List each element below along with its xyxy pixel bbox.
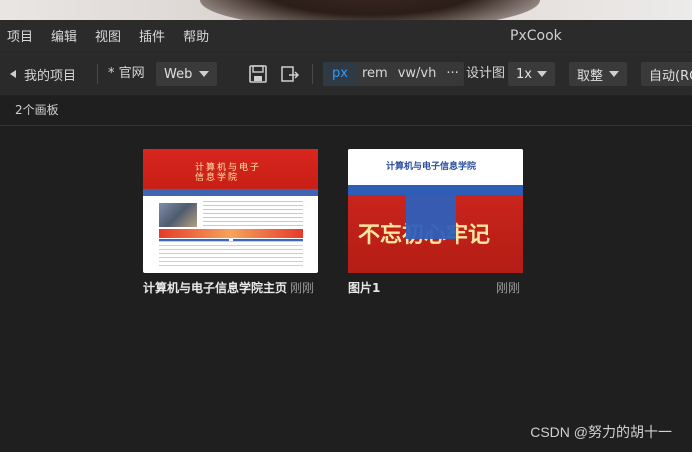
chevron-left-icon bbox=[10, 70, 16, 78]
chevron-down-icon bbox=[199, 71, 209, 77]
more-units-button[interactable]: ··· bbox=[441, 62, 463, 86]
desktop-wallpaper bbox=[0, 0, 692, 20]
menu-project[interactable]: 项目 bbox=[0, 26, 43, 45]
thumb-text-lines bbox=[203, 201, 303, 231]
unit-px[interactable]: px bbox=[323, 62, 357, 86]
platform-select[interactable]: Web bbox=[156, 62, 217, 86]
menu-view[interactable]: 视图 bbox=[87, 26, 131, 45]
rounding-value: 取整 bbox=[577, 68, 604, 84]
thumb-strip bbox=[159, 229, 303, 238]
back-label: 我的项目 bbox=[24, 68, 77, 84]
menu-edit[interactable]: 编辑 bbox=[43, 26, 87, 45]
thumb-banner: 计算机与电子信息学院 bbox=[143, 149, 318, 189]
thumb-text-lines bbox=[159, 241, 303, 267]
divider bbox=[312, 64, 313, 84]
divider bbox=[97, 64, 98, 84]
rounding-select[interactable]: 取整 bbox=[569, 62, 627, 86]
artboard-time: 刚刚 bbox=[290, 281, 315, 295]
artboard-name[interactable]: 图片1 bbox=[348, 279, 380, 296]
platform-value: Web bbox=[164, 66, 193, 82]
unit-vw-vh[interactable]: vw/vh bbox=[393, 62, 442, 86]
thumb-nav bbox=[348, 185, 523, 195]
thumb-site-title: 计算机与电子信息学院 bbox=[195, 163, 262, 183]
watermark: CSDN @努力的胡十一 bbox=[530, 424, 672, 440]
wallpaper-photo bbox=[200, 0, 540, 20]
thumb-header: 计算机与电子信息学院 bbox=[348, 149, 523, 185]
artboard-count-bar: 2个画板 bbox=[0, 96, 692, 126]
design-label: 设计图 bbox=[466, 66, 506, 81]
app-window: 项目 编辑 视图 插件 帮助 PxCook 我的项目 * 官网 Web px r… bbox=[0, 20, 692, 452]
thumb-dropdown bbox=[406, 195, 456, 239]
save-icon[interactable] bbox=[248, 64, 268, 84]
artboard-time: 刚刚 bbox=[496, 281, 521, 295]
scale-value: 1x bbox=[516, 66, 532, 82]
color-mode-value: 自动(RG bbox=[649, 68, 692, 84]
artboard-thumbnail[interactable]: 计算机与电子信息学院 不忘初心牢记 bbox=[348, 149, 523, 273]
chevron-down-icon bbox=[537, 71, 547, 77]
app-title: PxCook bbox=[510, 28, 562, 44]
toolbar: 我的项目 * 官网 Web px rem vw/vh ··· 设计图 1x 取整… bbox=[0, 52, 692, 96]
chevron-down-icon bbox=[609, 71, 619, 77]
artboard-count: 2个画板 bbox=[15, 103, 59, 117]
thumb-site-title: 计算机与电子信息学院 bbox=[386, 162, 477, 172]
artboard-thumbnail[interactable]: 计算机与电子信息学院 bbox=[143, 149, 318, 273]
thumb-nav bbox=[143, 189, 318, 196]
export-icon[interactable] bbox=[280, 64, 300, 84]
thumb-photo bbox=[159, 203, 197, 227]
menu-plugins[interactable]: 插件 bbox=[131, 26, 175, 45]
project-name[interactable]: * 官网 bbox=[108, 52, 145, 96]
color-mode-select[interactable]: 自动(RG bbox=[641, 62, 692, 86]
artboard-name[interactable]: 计算机与电子信息学院主页 bbox=[143, 279, 287, 296]
unit-rem[interactable]: rem bbox=[357, 62, 393, 86]
menu-help[interactable]: 帮助 bbox=[175, 26, 219, 45]
unit-switcher: px rem vw/vh ··· bbox=[323, 62, 464, 86]
artboard-card[interactable]: 计算机与电子信息学院 计算机与电子信息学院主页 刚刚 bbox=[143, 149, 321, 295]
back-to-projects-button[interactable]: 我的项目 bbox=[10, 52, 76, 96]
artboard-card[interactable]: 计算机与电子信息学院 不忘初心牢记 图片1 刚刚 bbox=[348, 149, 526, 295]
scale-select[interactable]: 1x bbox=[508, 62, 555, 86]
menu-bar: 项目 编辑 视图 插件 帮助 PxCook bbox=[0, 20, 692, 52]
